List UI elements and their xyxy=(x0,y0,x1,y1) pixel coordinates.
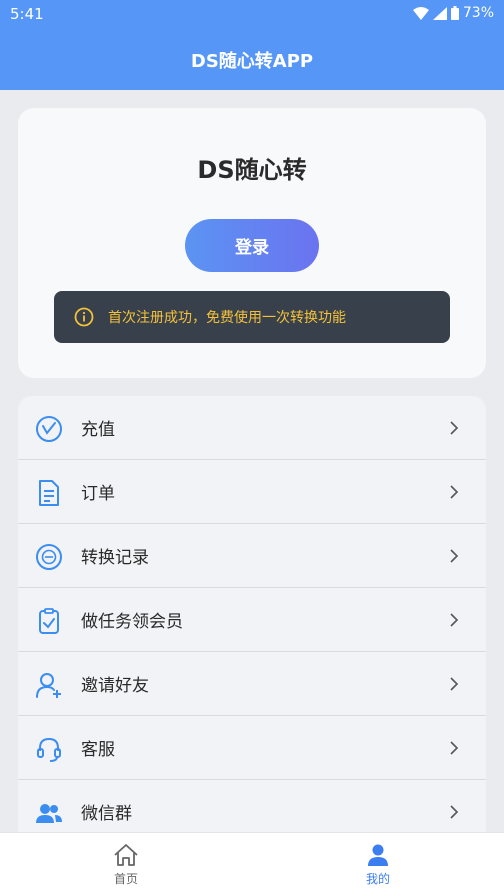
task-clipboard-icon xyxy=(39,608,59,634)
notice-text: 首次注册成功，免费使用一次转换功能 xyxy=(108,310,346,326)
battery-icon xyxy=(450,6,459,20)
notice-banner: 首次注册成功，免费使用一次转换功能 xyxy=(54,291,450,343)
menu-item-recharge[interactable]: 充值 xyxy=(18,396,486,460)
menu-item-label: 微信群 xyxy=(81,804,132,824)
page-title: DS随心转APP xyxy=(190,51,314,72)
tab-label: 我的 xyxy=(365,872,390,886)
menu-item-orders[interactable]: 订单 xyxy=(18,460,486,524)
menu-item-label: 订单 xyxy=(81,484,115,504)
menu-list: 充值 订单 转换记录 做任务领会员 邀请好友 客服 微信群 xyxy=(18,396,486,836)
tab-mine[interactable]: 我的 xyxy=(318,833,438,896)
status-time: 5:41 xyxy=(10,5,44,23)
menu-item-label: 充值 xyxy=(81,420,115,440)
menu-item-label: 转换记录 xyxy=(81,548,149,568)
status-indicators: 73% xyxy=(412,5,494,21)
recharge-icon xyxy=(36,416,62,442)
menu-item-label: 做任务领会员 xyxy=(81,612,183,632)
menu-item-invite[interactable]: 邀请好友 xyxy=(18,652,486,716)
tab-home[interactable]: 首页 xyxy=(66,833,186,896)
menu-item-tasks[interactable]: 做任务领会员 xyxy=(18,588,486,652)
invite-user-icon xyxy=(36,673,61,698)
user-icon xyxy=(368,844,388,866)
battery-percent: 73% xyxy=(462,5,494,21)
chevron-right-icon xyxy=(450,805,459,819)
chevron-right-icon xyxy=(450,741,459,755)
wifi-icon xyxy=(412,6,429,20)
login-card: DS随心转 登录 首次注册成功，免费使用一次转换功能 xyxy=(18,108,486,378)
headset-icon xyxy=(37,737,61,762)
order-document-icon xyxy=(39,480,59,506)
brand-title: DS随心转 xyxy=(197,156,307,184)
info-icon xyxy=(74,307,94,327)
conversion-record-icon xyxy=(36,544,62,570)
chevron-right-icon xyxy=(450,549,459,563)
group-users-icon xyxy=(36,804,62,823)
home-icon xyxy=(114,844,138,866)
chevron-right-icon xyxy=(450,677,459,691)
menu-item-label: 客服 xyxy=(81,740,115,760)
bottom-tab-bar: 首页 我的 xyxy=(0,832,504,896)
tab-label: 首页 xyxy=(113,872,138,886)
chevron-right-icon xyxy=(450,613,459,627)
chevron-right-icon xyxy=(450,485,459,499)
menu-item-label: 邀请好友 xyxy=(81,676,149,696)
menu-item-wechat-group[interactable]: 微信群 xyxy=(18,780,486,836)
app-header: 5:41 73% DS随心转APP xyxy=(0,0,504,90)
signal-icon xyxy=(432,6,447,20)
chevron-right-icon xyxy=(450,421,459,435)
menu-item-conversion-history[interactable]: 转换记录 xyxy=(18,524,486,588)
login-button[interactable]: 登录 xyxy=(185,219,319,272)
menu-item-customer-service[interactable]: 客服 xyxy=(18,716,486,780)
